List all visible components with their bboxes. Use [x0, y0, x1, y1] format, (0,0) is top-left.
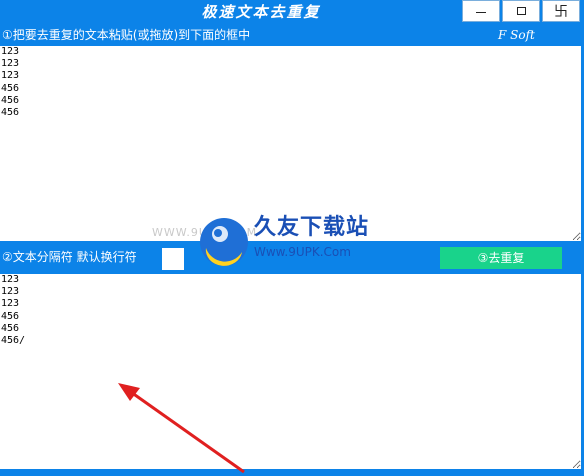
maximize-button[interactable]	[502, 0, 540, 22]
minimize-icon	[476, 11, 486, 13]
brand-label: F Soft	[498, 28, 535, 42]
bottom-border	[0, 469, 584, 476]
separator-label: ②文本分隔符 默认换行符	[2, 250, 137, 264]
close-icon: 卐	[554, 4, 568, 20]
output-textarea[interactable]: 123 123 123 456 456 456/	[0, 274, 581, 469]
app-title: 极速文本去重复	[201, 3, 321, 21]
input-instruction: ①把要去重复的文本粘贴(或拖放)到下面的框中	[2, 28, 251, 42]
app-window: 极速文本去重复 卐 ①把要去重复的文本粘贴(或拖放)到下面的框中 F Soft …	[0, 0, 584, 476]
close-button[interactable]: 卐	[542, 0, 580, 22]
input-header: ①把要去重复的文本粘贴(或拖放)到下面的框中 F Soft	[0, 24, 584, 46]
watermark-faint-text: WWW.9UPK.COM	[152, 226, 258, 239]
dedup-button[interactable]: ③去重复	[440, 247, 562, 269]
minimize-button[interactable]	[462, 0, 500, 22]
maximize-icon	[516, 7, 526, 15]
input-textarea[interactable]: 123 123 123 456 456 456	[0, 46, 581, 241]
control-row: ②文本分隔符 默认换行符 ③去重复	[0, 241, 584, 274]
title-bar[interactable]: 极速文本去重复 卐	[0, 0, 584, 24]
separator-input[interactable]	[162, 248, 184, 270]
